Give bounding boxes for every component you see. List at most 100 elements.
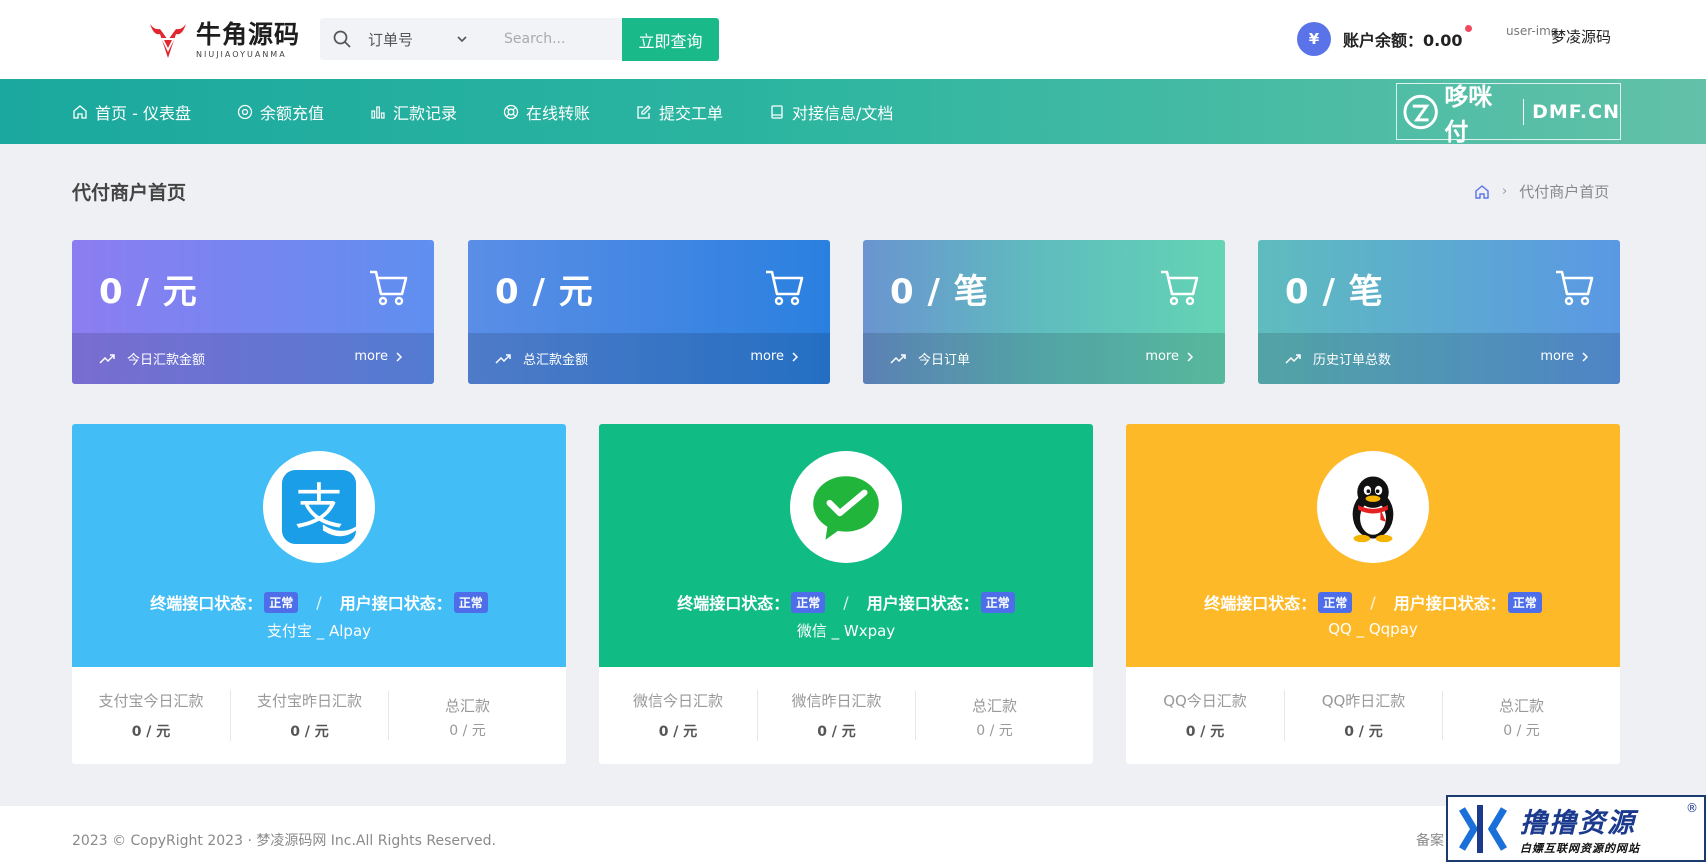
pay-stat-today: 支付宝今日汇款 0 / 元 xyxy=(72,690,230,741)
more-link[interactable]: more xyxy=(1145,349,1195,364)
account-balance[interactable]: ¥ 账户余额：0.00 xyxy=(1297,22,1473,56)
pay-channel-name: 支付宝 _ Alpay xyxy=(266,622,372,640)
nav-item-recharge[interactable]: 余额充值 xyxy=(237,100,324,124)
nav-item-ticket[interactable]: 提交工单 xyxy=(636,100,723,124)
pay-stat-total: 总汇款 0 / 元 xyxy=(388,691,546,740)
watermark-title: 撸撸资源 xyxy=(1520,808,1636,839)
more-label: more xyxy=(750,349,784,364)
cart-icon xyxy=(370,270,408,306)
search-type-select[interactable]: 订单号 xyxy=(368,29,468,50)
cart-icon xyxy=(766,270,804,306)
more-link[interactable]: more xyxy=(1540,349,1590,364)
bull-logo-icon xyxy=(150,24,186,58)
stat-value: 0 / 笔 xyxy=(890,272,989,312)
user-status-label: 用户接口状态： xyxy=(1393,594,1506,613)
home-icon xyxy=(73,104,87,119)
status-separator: / xyxy=(316,592,322,612)
nav-label: 提交工单 xyxy=(659,103,724,123)
brand-divider xyxy=(1523,98,1525,125)
qq-penguin-icon xyxy=(1352,476,1394,543)
chevron-right-icon xyxy=(792,351,799,362)
interface-status: 终端接口状态： 正常 / 用户接口状态： 正常 xyxy=(599,590,1093,614)
status-badge: 正常 xyxy=(1507,591,1542,613)
watermark-badge: 撸撸资源 白嫖互联网资源的网站 ® xyxy=(1446,795,1706,862)
stat-label: 今日订单 xyxy=(918,353,971,368)
pay-stat-yesterday: 支付宝昨日汇款 0 / 元 xyxy=(230,690,388,741)
pay-stat-label: QQ昨日汇款 xyxy=(1321,692,1406,710)
terminal-status-label: 终端接口状态： xyxy=(1204,594,1317,613)
nav-item-home[interactable]: 首页 - 仪表盘 xyxy=(72,100,191,124)
nav-label: 余额充值 xyxy=(259,103,324,123)
pay-stat-today: 微信今日汇款 0 / 元 xyxy=(599,690,757,741)
payment-brand-logo[interactable]: 哆咪付 DMF.CN xyxy=(1396,83,1621,146)
qq-logo xyxy=(1317,451,1429,563)
breadcrumb: › 代付商户首页 xyxy=(1474,181,1609,202)
nav-item-transfer[interactable]: 在线转账 xyxy=(503,100,590,124)
stat-footer: 总汇款金额 more xyxy=(468,333,830,384)
pay-stat-value: 0 / 元 xyxy=(1185,724,1225,740)
stat-card-today-orders: 0 / 笔 今日订单 more xyxy=(863,240,1225,384)
wechat-logo xyxy=(790,451,902,563)
search-input[interactable] xyxy=(504,31,614,47)
stat-footer: 今日汇款金额 more xyxy=(72,333,434,384)
bar-chart-icon xyxy=(371,105,385,119)
dmf-logo-icon xyxy=(1403,94,1438,129)
pay-stat-label: 微信今日汇款 xyxy=(632,692,723,710)
cart-icon xyxy=(1161,270,1199,306)
svg-text:支: 支 xyxy=(295,480,344,536)
nav-label: 对接信息/文档 xyxy=(792,103,894,123)
pay-stat-value: 0 / 元 xyxy=(131,724,171,740)
stat-label: 总汇款金额 xyxy=(523,353,589,368)
breadcrumb-separator: › xyxy=(1502,184,1508,199)
interface-status: 终端接口状态： 正常 / 用户接口状态： 正常 xyxy=(72,590,566,614)
stat-value: 0 / 元 xyxy=(99,272,198,312)
user-status-label: 用户接口状态： xyxy=(866,594,979,613)
wechat-pay-icon xyxy=(813,476,879,540)
home-icon[interactable] xyxy=(1474,184,1490,200)
pay-stat-label: 支付宝今日汇款 xyxy=(98,692,204,710)
search-button[interactable]: 立即查询 xyxy=(622,18,719,61)
pay-stat-label: 支付宝昨日汇款 xyxy=(256,692,362,710)
nav-item-docs[interactable]: 对接信息/文档 xyxy=(769,100,893,124)
pay-stat-label: 总汇款 xyxy=(1498,697,1544,715)
more-link[interactable]: more xyxy=(354,349,404,364)
search-type-value: 订单号 xyxy=(368,30,414,49)
pay-card-stats: QQ今日汇款 0 / 元 QQ昨日汇款 0 / 元 总汇款 0 / 元 xyxy=(1126,667,1620,764)
pay-card-stats: 微信今日汇款 0 / 元 微信昨日汇款 0 / 元 总汇款 0 / 元 xyxy=(599,667,1093,764)
pay-stat-value: 0 / 元 xyxy=(658,724,698,740)
stat-value: 0 / 笔 xyxy=(1285,272,1384,312)
beian-link[interactable]: 备案 xyxy=(1416,830,1444,850)
chevron-right-icon xyxy=(1187,351,1194,362)
stat-label: 今日汇款金额 xyxy=(127,353,206,368)
stat-card-history-orders: 0 / 笔 历史订单总数 more xyxy=(1258,240,1620,384)
trending-up-icon xyxy=(1285,353,1301,364)
top-header: 牛角源码 NIUJIAOYUANMA 订单号 立即查询 ¥ 账户余额：0.00 … xyxy=(0,0,1706,79)
nav-label: 首页 - 仪表盘 xyxy=(95,103,191,123)
target-icon xyxy=(237,104,253,119)
pay-stat-value: 0 / 元 xyxy=(290,724,329,740)
user-menu[interactable]: user-img 梦凌源码 xyxy=(1506,24,1611,47)
user-status-label: 用户接口状态： xyxy=(339,594,452,613)
status-separator: / xyxy=(843,592,849,612)
registered-mark: ® xyxy=(1686,801,1698,815)
status-badge: 正常 xyxy=(453,591,488,613)
logo-title: 牛角源码 xyxy=(196,19,301,49)
stat-footer: 历史订单总数 more xyxy=(1258,333,1620,384)
brand-name: 哆咪付 xyxy=(1444,82,1493,146)
more-label: more xyxy=(354,349,388,364)
interface-status: 终端接口状态： 正常 / 用户接口状态： 正常 xyxy=(1126,590,1620,614)
brand-domain: DMF.CN xyxy=(1532,100,1620,123)
more-link[interactable]: more xyxy=(750,349,800,364)
watermark-subtitle: 白嫖互联网资源的网站 xyxy=(1520,842,1640,855)
nav-label: 汇款记录 xyxy=(392,103,457,123)
copyright-text: 2023 © CopyRight 2023 · 梦凌源码网 Inc.All Ri… xyxy=(72,833,496,849)
nav-item-records[interactable]: 汇款记录 xyxy=(370,100,457,124)
site-logo[interactable]: 牛角源码 NIUJIAOYUANMA xyxy=(146,18,300,62)
search-box: 订单号 xyxy=(320,18,622,60)
trending-up-icon xyxy=(99,353,115,364)
pay-card-stats: 支付宝今日汇款 0 / 元 支付宝昨日汇款 0 / 元 总汇款 0 / 元 xyxy=(72,667,566,764)
chevron-right-icon xyxy=(396,351,403,362)
pay-card-header: 终端接口状态： 正常 / 用户接口状态： 正常 QQ _ Qqpay xyxy=(1126,424,1620,667)
watermark-logo-icon xyxy=(1458,804,1508,853)
terminal-status-label: 终端接口状态： xyxy=(677,594,790,613)
